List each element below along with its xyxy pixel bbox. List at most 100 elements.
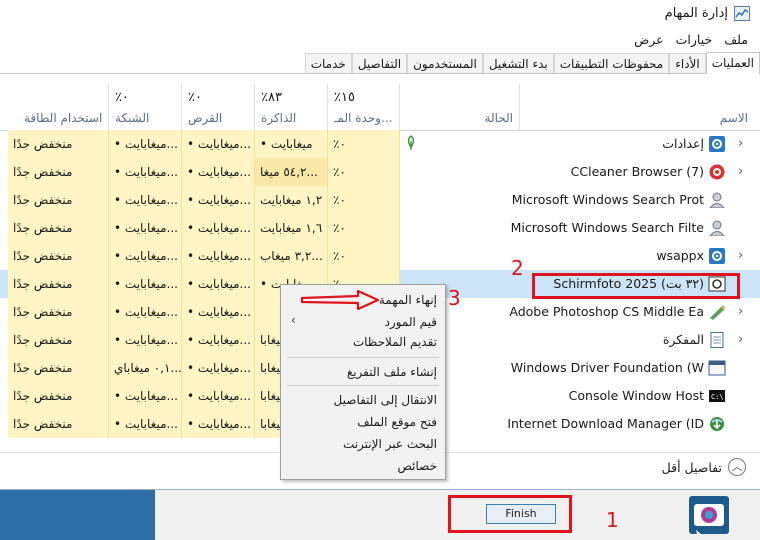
menu-separator xyxy=(287,357,439,358)
menu-go-to-details[interactable]: الانتقال إلى التفاصيل xyxy=(334,393,437,407)
menu-file[interactable]: ملف xyxy=(718,30,754,50)
tab-details[interactable]: التفاصيل xyxy=(351,53,408,73)
chevron-right-icon[interactable]: › xyxy=(738,298,748,326)
process-name: Console Window Host xyxy=(568,388,704,403)
fewer-details-toggle[interactable]: ︿ تفاصيل أقل xyxy=(662,458,746,476)
leaf-icon xyxy=(407,135,415,150)
power-cell: منخفض جدًا xyxy=(8,354,109,382)
network-cell: • ميغابايت... xyxy=(109,326,182,354)
tab-services[interactable]: خدمات xyxy=(304,53,352,73)
menu-bar: ملف خيارات عرض xyxy=(628,30,760,50)
chevron-up-icon: ︿ xyxy=(728,458,746,476)
column-disk[interactable]: ٪٠ القرص xyxy=(182,84,255,130)
ccleaner-icon xyxy=(708,164,726,180)
network-cell: • ميغابايت... xyxy=(109,298,182,326)
fewer-details-label: تفاصيل أقل xyxy=(661,459,722,475)
memory-cell: ١,٦ ميغابايت xyxy=(255,214,328,242)
network-cell: • ميغابايت... xyxy=(109,214,182,242)
memory-total: ٪٨٣ xyxy=(261,90,282,105)
network-cell: • ميغابايت... xyxy=(109,410,182,438)
memory-cell: ٣,٢ ميغاب... xyxy=(255,242,328,270)
menu-open-file-location[interactable]: فتح موقع الملف xyxy=(357,415,437,429)
column-network[interactable]: ٪٠ الشبكة xyxy=(109,84,182,130)
column-power[interactable]: استخدام الطاقة xyxy=(8,84,109,130)
cpu-total: ٪١٥ xyxy=(334,90,355,105)
power-cell: منخفض جدًا xyxy=(8,214,109,242)
tab-app-history[interactable]: محفوظات التطبيقات xyxy=(553,53,670,73)
tab-bar: العمليات الأداء محفوظات التطبيقات بدء ال… xyxy=(0,52,760,74)
window-icon xyxy=(708,360,726,376)
power-cell: منخفض جدًا xyxy=(8,382,109,410)
menu-resource-values[interactable]: قيم المورد xyxy=(385,315,437,329)
power-cell: منخفض جدًا xyxy=(8,410,109,438)
submenu-arrow-icon: ‹ xyxy=(291,313,296,327)
tab-processes[interactable]: العمليات xyxy=(705,52,760,74)
cpu-cell: ٪٠ xyxy=(328,214,400,242)
search-user-icon xyxy=(708,220,726,237)
gear-icon xyxy=(708,136,726,152)
annotation-arrow-icon xyxy=(300,290,380,310)
process-name: إعدادات xyxy=(662,136,704,151)
memory-cell: • ميغابايت xyxy=(255,130,328,158)
title-bar: إدارة المهام xyxy=(0,0,760,28)
disk-cell: • ميغابايت... xyxy=(182,326,255,354)
column-name[interactable]: الاسم xyxy=(520,84,760,130)
menu-options[interactable]: خيارات xyxy=(670,30,719,50)
network-cell: • ميغابايت... xyxy=(109,382,182,410)
column-power-label: استخدام الطاقة xyxy=(24,111,103,125)
power-cell: منخفض جدًا xyxy=(8,270,109,298)
window-title: إدارة المهام xyxy=(664,6,728,21)
network-cell: • ميغابايت... xyxy=(109,158,182,186)
idm-icon xyxy=(708,416,726,432)
chevron-right-icon[interactable]: › xyxy=(738,326,748,354)
tab-startup[interactable]: بدء التشغيل xyxy=(482,53,554,73)
table-row[interactable]: منخفض جدًا• ميغابايت...• ميغابايت...١,٢ … xyxy=(0,186,760,214)
process-name: CCleaner Browser (7) xyxy=(570,164,704,179)
menu-properties[interactable]: خصائص xyxy=(397,459,437,473)
process-name: Microsoft Windows Search Prot xyxy=(511,192,704,207)
menu-view[interactable]: عرض xyxy=(628,30,669,50)
process-name: Adobe Photoshop CS Middle Ea xyxy=(509,304,704,319)
tab-performance[interactable]: الأداء xyxy=(669,53,706,73)
disk-cell: • ميغابايت... xyxy=(182,158,255,186)
process-name: Microsoft Windows Search Filte xyxy=(510,220,704,235)
table-row[interactable]: منخفض جدًا • ميغابايت... • ميغابايت... ٣,٢ … xyxy=(0,242,760,270)
disk-cell: • ميغابايت... xyxy=(182,270,255,298)
disk-total: ٪٠ xyxy=(188,90,202,105)
network-total: ٪٠ xyxy=(115,90,129,105)
column-memory-label: الذاكرة xyxy=(261,111,297,125)
column-network-label: الشبكة xyxy=(115,111,150,125)
search-user-icon xyxy=(708,192,726,209)
annotation-number-1: 1 xyxy=(606,508,619,532)
cpu-cell: ٪٠ xyxy=(328,130,400,158)
table-row[interactable]: منخفض جدًا• ميغابايت...• ميغابايت...١,٦ … xyxy=(0,214,760,242)
column-name-label: الاسم xyxy=(719,111,748,125)
process-name: Internet Download Manager (ID xyxy=(507,416,704,431)
chevron-right-icon[interactable]: › xyxy=(738,130,748,158)
chevron-right-icon[interactable]: › xyxy=(738,242,748,270)
disk-cell: • ميغابايت... xyxy=(182,214,255,242)
column-status[interactable]: الحالة xyxy=(400,84,520,130)
menu-create-dump[interactable]: إنشاء ملف التفريغ xyxy=(347,365,437,379)
menu-end-task[interactable]: إنهاء المهمة xyxy=(379,293,437,307)
disk-cell: • ميغابايت... xyxy=(182,298,255,326)
column-disk-label: القرص xyxy=(188,111,223,125)
table-row[interactable]: منخفض جدًا • ميغابايت... • ميغابايت... ٥٤,٢… xyxy=(0,158,760,186)
cpu-cell: ٪٠ xyxy=(328,158,400,186)
menu-search-online[interactable]: البحث عبر الإنترنت xyxy=(343,437,437,451)
disk-cell: • ميغابايت... xyxy=(182,354,255,382)
column-cpu-label: وحدة المـ... xyxy=(334,111,393,125)
tab-users[interactable]: المستخدمون xyxy=(407,53,483,73)
network-cell: • ميغابايت... xyxy=(109,130,182,158)
power-cell: منخفض جدًا xyxy=(8,158,109,186)
menu-provide-feedback[interactable]: تقديم الملاحظات xyxy=(353,335,437,349)
photoshop-icon xyxy=(708,304,726,320)
camera-icon[interactable] xyxy=(687,494,731,536)
task-manager-icon xyxy=(734,6,750,21)
table-row[interactable]: منخفض جدًا• ميغابايت...• ميغابايت...• مي… xyxy=(0,130,760,158)
process-name: المفكرة xyxy=(662,332,704,347)
power-cell: منخفض جدًا xyxy=(8,298,109,326)
column-memory[interactable]: ٪٨٣ الذاكرة xyxy=(255,84,328,130)
chevron-right-icon[interactable]: › xyxy=(738,158,748,186)
column-cpu[interactable]: ٪١٥ وحدة المـ... xyxy=(328,84,400,130)
